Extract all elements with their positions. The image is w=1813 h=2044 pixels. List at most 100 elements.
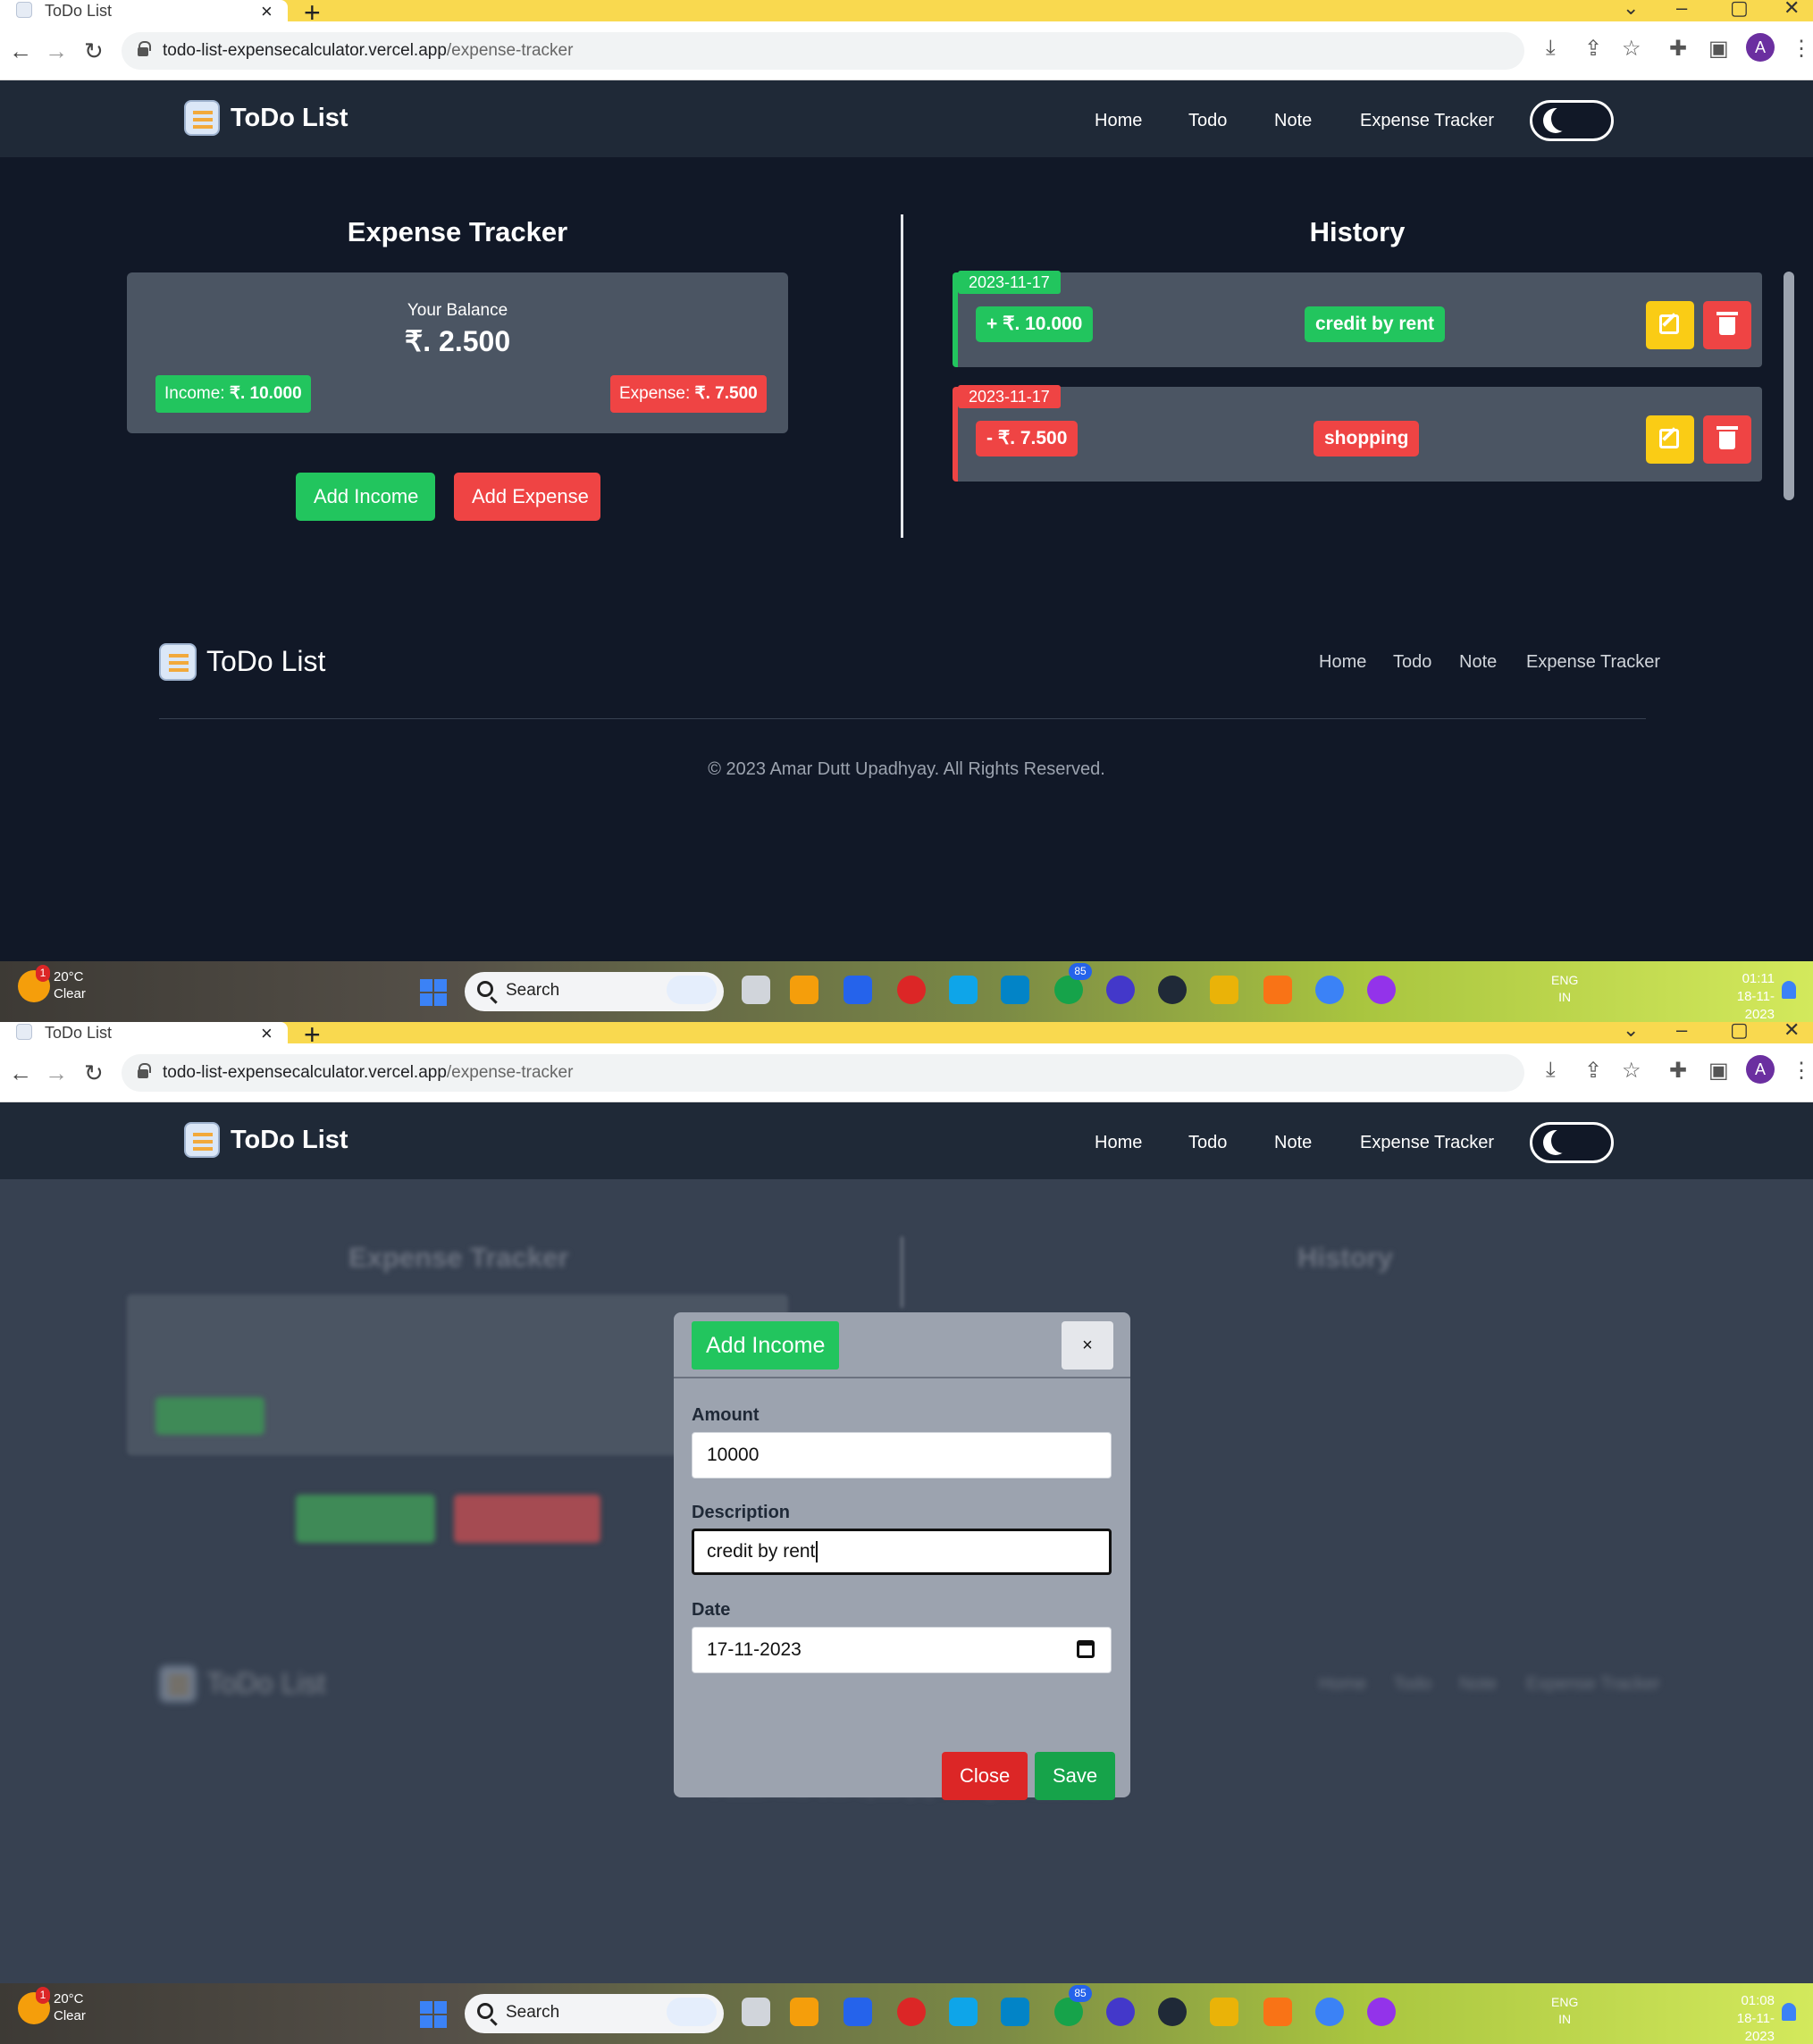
copilot-icon[interactable] [667,976,717,1004]
eclipse-icon[interactable] [1106,976,1135,1004]
windows-start-icon[interactable] [420,979,447,1006]
footer-brand[interactable]: ToDo List [206,645,325,678]
amount-input[interactable]: 10000 [692,1432,1112,1479]
sidepanel-icon[interactable]: ▣ [1708,36,1729,62]
browser-tab[interactable]: ToDo List × [0,0,288,23]
reload-icon[interactable]: ↻ [84,38,104,65]
download-icon[interactable]: ⤓ [1546,1058,1556,1083]
obs-icon[interactable] [1158,976,1187,1004]
back-icon[interactable]: ← [9,1060,32,1087]
app-logo-icon[interactable] [184,100,220,136]
task-view-icon[interactable] [742,976,770,1004]
nav-home[interactable]: Home [1095,111,1142,131]
share-icon[interactable]: ⇪ [1584,1058,1602,1084]
avatar[interactable]: A [1746,1055,1775,1084]
nav-todo[interactable]: Todo [1188,111,1227,131]
maximize-icon[interactable]: ▢ [1730,1022,1749,1042]
footer-logo-icon[interactable] [159,643,197,681]
skype-icon[interactable] [949,976,978,1004]
file-explorer-icon[interactable] [790,976,818,1004]
add-income-button[interactable]: Add Income [296,473,435,521]
app-logo-icon[interactable] [184,1122,220,1158]
window-close-icon[interactable]: ✕ [1784,0,1800,20]
footer-link-home[interactable]: Home [1319,652,1366,673]
reload-icon[interactable]: ↻ [84,1060,104,1087]
eclipse-icon[interactable] [1106,1998,1135,2026]
footer-link-note[interactable]: Note [1459,652,1497,673]
share-icon[interactable]: ⇪ [1584,36,1602,62]
window-close-icon[interactable]: ✕ [1784,1022,1800,1042]
vscode-icon[interactable] [1001,976,1029,1004]
nav-note[interactable]: Note [1274,1133,1312,1153]
language-indicator[interactable]: ENG IN [1551,972,1578,1006]
appstore-icon[interactable] [1315,976,1344,1004]
chrome-icon[interactable] [897,976,926,1004]
description-input[interactable]: credit by rent [692,1529,1112,1575]
menu-icon[interactable]: ⋮ [1791,1058,1812,1084]
vscode-icon[interactable] [1001,1998,1029,2026]
delete-button[interactable] [1703,301,1751,349]
sidepanel-icon[interactable]: ▣ [1708,1058,1729,1084]
footer-link-todo[interactable]: Todo [1393,652,1431,673]
weather-text[interactable]: 20°C Clear [54,968,86,1002]
calendar-icon[interactable] [1077,1640,1095,1658]
url-input[interactable]: todo-list-expensecalculator.vercel.app/e… [122,32,1524,70]
sticky-notes-icon[interactable] [1210,1998,1238,2026]
add-expense-button[interactable]: Add Expense [454,473,600,521]
copilot-icon[interactable] [667,1998,717,2026]
store-icon[interactable] [844,976,872,1004]
appstore-icon[interactable] [1315,1998,1344,2026]
maximize-icon[interactable]: ▢ [1730,0,1749,20]
tab-search-icon[interactable]: ⌄ [1623,0,1639,20]
modal-close-icon[interactable]: × [1062,1321,1113,1370]
extensions-icon[interactable]: ✚ [1669,1058,1687,1084]
footer-link-expense-tracker[interactable]: Expense Tracker [1526,652,1660,673]
edit-button[interactable] [1646,415,1694,464]
language-indicator[interactable]: ENG IN [1551,1994,1578,2028]
extensions-icon[interactable]: ✚ [1669,36,1687,62]
nav-expense-tracker[interactable]: Expense Tracker [1360,111,1494,131]
date-input[interactable]: 17-11-2023 [692,1627,1112,1673]
download-icon[interactable]: ⤓ [1546,36,1556,61]
notification-bell-icon[interactable] [1782,981,1796,999]
chrome-profile-icon[interactable] [1367,976,1396,1004]
browser-tab[interactable]: ToDo List × [0,1022,288,1045]
nav-home[interactable]: Home [1095,1133,1142,1153]
clock[interactable]: 01:08 18-11-2023 [1728,1992,1775,2044]
history-scrollbar[interactable] [1784,272,1794,500]
vlc-icon[interactable] [1263,976,1292,1004]
forward-icon[interactable]: → [45,38,68,65]
nav-todo[interactable]: Todo [1188,1133,1227,1153]
close-icon[interactable]: × [261,1022,273,1045]
url-input[interactable]: todo-list-expensecalculator.vercel.app/e… [122,1054,1524,1092]
nav-note[interactable]: Note [1274,111,1312,131]
delete-button[interactable] [1703,415,1751,464]
weather-text[interactable]: 20°C Clear [54,1990,86,2024]
nav-expense-tracker[interactable]: Expense Tracker [1360,1133,1494,1153]
back-icon[interactable]: ← [9,38,32,65]
store-icon[interactable] [844,1998,872,2026]
theme-toggle[interactable] [1530,1122,1614,1163]
vlc-icon[interactable] [1263,1998,1292,2026]
close-icon[interactable]: × [261,0,273,23]
minimize-icon[interactable]: – [1676,1022,1687,1042]
file-explorer-icon[interactable] [790,1998,818,2026]
sticky-notes-icon[interactable] [1210,976,1238,1004]
obs-icon[interactable] [1158,1998,1187,2026]
star-icon[interactable]: ☆ [1622,36,1641,62]
brand-title[interactable]: ToDo List [231,104,348,133]
skype-icon[interactable] [949,1998,978,2026]
task-view-icon[interactable] [742,1998,770,2026]
edit-button[interactable] [1646,301,1694,349]
menu-icon[interactable]: ⋮ [1791,36,1812,62]
chrome-profile-icon[interactable] [1367,1998,1396,2026]
star-icon[interactable]: ☆ [1622,1058,1641,1084]
minimize-icon[interactable]: – [1676,0,1687,20]
chrome-icon[interactable] [897,1998,926,2026]
clock[interactable]: 01:11 18-11-2023 [1728,970,1775,1022]
notification-bell-icon[interactable] [1782,2003,1796,2021]
theme-toggle[interactable] [1530,100,1614,141]
forward-icon[interactable]: → [45,1060,68,1087]
close-button[interactable]: Close [942,1752,1028,1800]
avatar[interactable]: A [1746,33,1775,62]
